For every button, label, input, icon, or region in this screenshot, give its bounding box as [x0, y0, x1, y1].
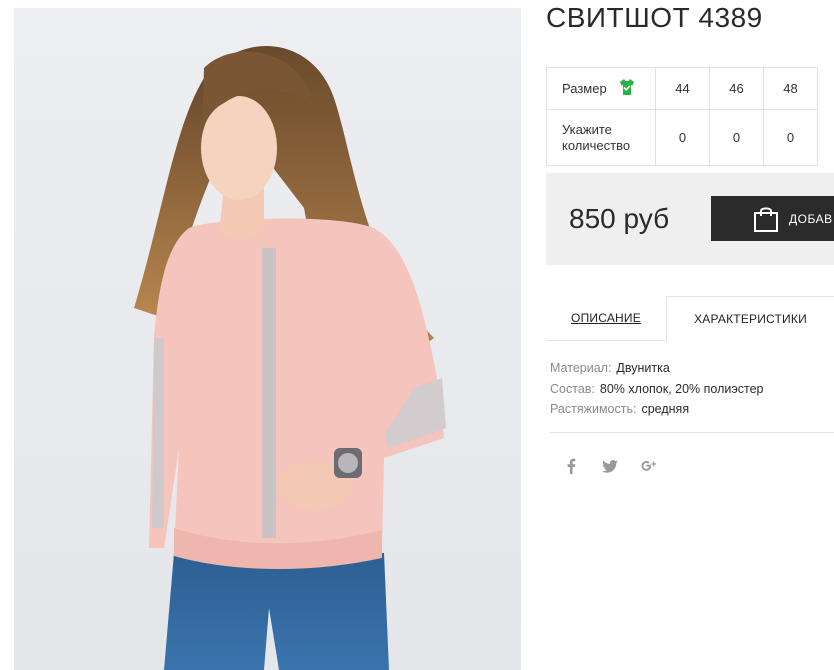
quantity-label-line2: количество — [562, 137, 631, 153]
add-to-cart-button[interactable]: ДОБАВ — [711, 196, 834, 241]
google-plus-icon[interactable] — [641, 458, 657, 474]
size-chart-icon[interactable] — [617, 77, 637, 100]
size-row: Размер 44 46 48 — [546, 67, 818, 110]
spec-value: 80% хлопок, 20% полиэстер — [599, 381, 764, 396]
size-option-44[interactable]: 44 — [655, 67, 710, 110]
product-photo[interactable] — [14, 8, 521, 670]
quantity-input-48[interactable]: 0 — [763, 109, 818, 166]
size-label-cell: Размер — [546, 67, 656, 110]
quantity-label-cell: Укажите количество — [546, 109, 656, 166]
spec-key: Материал: — [550, 361, 612, 375]
size-option-48[interactable]: 48 — [763, 67, 818, 110]
quantity-input-44[interactable]: 0 — [655, 109, 710, 166]
size-label: Размер — [562, 81, 607, 96]
spec-value: средняя — [641, 402, 690, 416]
shopping-bag-icon — [753, 205, 779, 233]
quantity-row: Укажите количество 0 0 0 — [546, 109, 818, 166]
specs-list: Материал: Двунитка Состав: 80% хлопок, 20%… — [550, 358, 763, 420]
facebook-icon[interactable] — [563, 458, 579, 474]
social-share — [563, 458, 657, 474]
spec-row-composition: Состав: 80% хлопок, 20% полиэстер — [550, 379, 763, 400]
product-tabs: ОПИСАНИЕ ХАРАКТЕРИСТИКИ — [546, 296, 834, 341]
price: 850 руб — [569, 203, 670, 234]
size-table: Размер 44 46 48 Укажите количество 0 0 0 — [546, 67, 818, 166]
spec-row-stretch: Растяжимость: средняя — [550, 399, 763, 420]
twitter-icon[interactable] — [602, 458, 618, 474]
divider — [549, 432, 834, 433]
quantity-input-46[interactable]: 0 — [709, 109, 764, 166]
spec-key: Состав: — [550, 381, 595, 396]
spec-row-material: Материал: Двунитка — [550, 358, 763, 379]
product-photo-illustration — [14, 8, 521, 670]
tab-characteristics[interactable]: ХАРАКТЕРИСТИКИ — [666, 296, 834, 341]
tab-description[interactable]: ОПИСАНИЕ — [546, 296, 666, 341]
size-option-46[interactable]: 46 — [709, 67, 764, 110]
quantity-label-line1: Укажите — [562, 121, 612, 137]
spec-value: Двунитка — [616, 361, 670, 375]
add-to-cart-label: ДОБАВ — [789, 211, 833, 226]
price-box: 850 руб ДОБАВ — [546, 173, 834, 265]
spec-key: Растяжимость: — [550, 402, 637, 416]
product-title: СВИТШОТ 4389 — [546, 2, 763, 33]
